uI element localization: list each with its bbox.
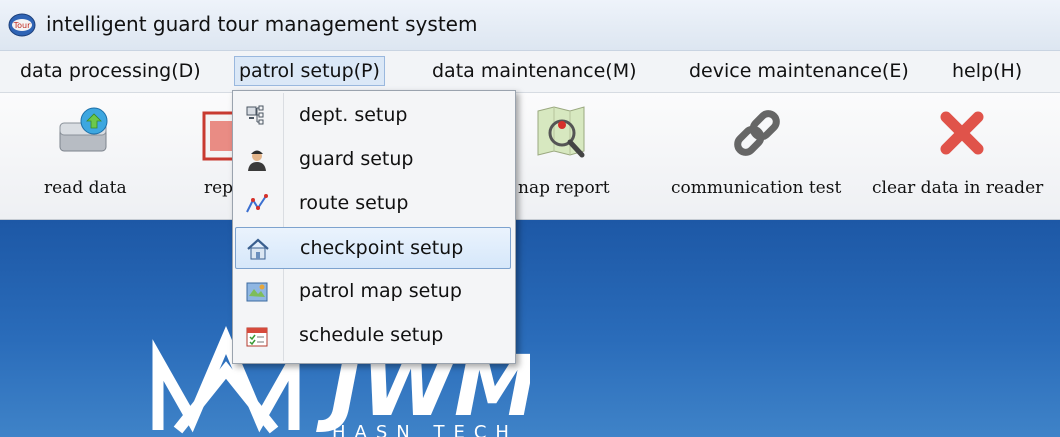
map-icon bbox=[246, 282, 268, 302]
map-report-icon bbox=[537, 106, 585, 158]
menu-item-checkpoint-setup[interactable]: checkpoint setup bbox=[235, 227, 511, 269]
menu-item-schedule-setup[interactable]: schedule setup bbox=[235, 315, 511, 357]
menu-item-label: checkpoint setup bbox=[300, 237, 464, 259]
report-button[interactable]: rep bbox=[190, 93, 242, 219]
guard-icon bbox=[248, 150, 266, 171]
map-report-button[interactable]: nap report bbox=[510, 93, 630, 219]
house-icon bbox=[247, 238, 269, 260]
svg-text:HASN TECH: HASN TECH bbox=[332, 422, 518, 437]
menu-item-patrol-map-setup[interactable]: patrol map setup bbox=[235, 271, 511, 313]
svg-text:Tour: Tour bbox=[13, 21, 31, 30]
title-bar: Tour intelligent guard tour management s… bbox=[0, 0, 1060, 51]
menu-item-route-setup[interactable]: route setup bbox=[235, 183, 511, 225]
app-logo-icon: Tour bbox=[8, 13, 36, 37]
read-data-button[interactable]: read data bbox=[0, 93, 190, 219]
menu-item-dept-setup[interactable]: dept. setup bbox=[235, 95, 511, 137]
department-icon bbox=[246, 105, 264, 125]
red-x-icon bbox=[940, 111, 984, 155]
communication-test-label: communication test bbox=[671, 178, 842, 198]
clear-data-label: clear data in reader bbox=[872, 178, 1044, 198]
communication-test-button[interactable]: communication test bbox=[665, 93, 865, 219]
menu-item-label: dept. setup bbox=[299, 104, 408, 126]
main-background: JWM HASN TECH bbox=[0, 220, 1060, 437]
menu-item-label: guard setup bbox=[299, 148, 414, 170]
link-icon bbox=[734, 110, 780, 156]
menu-item-label: schedule setup bbox=[299, 324, 444, 346]
menu-item-label: route setup bbox=[299, 192, 409, 214]
menu-data-maintenance[interactable]: data maintenance(M) bbox=[428, 57, 641, 85]
menu-item-label: patrol map setup bbox=[299, 280, 462, 302]
menu-device-maintenance[interactable]: device maintenance(E) bbox=[685, 57, 913, 85]
report-label: rep bbox=[204, 178, 234, 198]
menu-item-guard-setup[interactable]: guard setup bbox=[235, 139, 511, 181]
menu-help[interactable]: help(H) bbox=[948, 57, 1026, 85]
clear-data-button[interactable]: clear data in reader bbox=[868, 93, 1060, 219]
calendar-icon bbox=[246, 327, 268, 347]
menu-patrol-setup[interactable]: patrol setup(P) bbox=[234, 56, 385, 86]
read-data-label: read data bbox=[44, 178, 127, 198]
toolbar: read data rep nap report communication t… bbox=[0, 93, 1060, 220]
menu-data-processing[interactable]: data processing(D) bbox=[16, 57, 205, 85]
patrol-setup-dropdown: dept. setup guard setup route setup chec… bbox=[232, 90, 516, 364]
window-title: intelligent guard tour management system bbox=[46, 12, 478, 36]
route-icon bbox=[246, 194, 268, 213]
read-data-icon bbox=[59, 107, 108, 152]
menu-bar: data processing(D) patrol setup(P) data … bbox=[0, 51, 1060, 93]
map-report-label: nap report bbox=[518, 178, 610, 198]
